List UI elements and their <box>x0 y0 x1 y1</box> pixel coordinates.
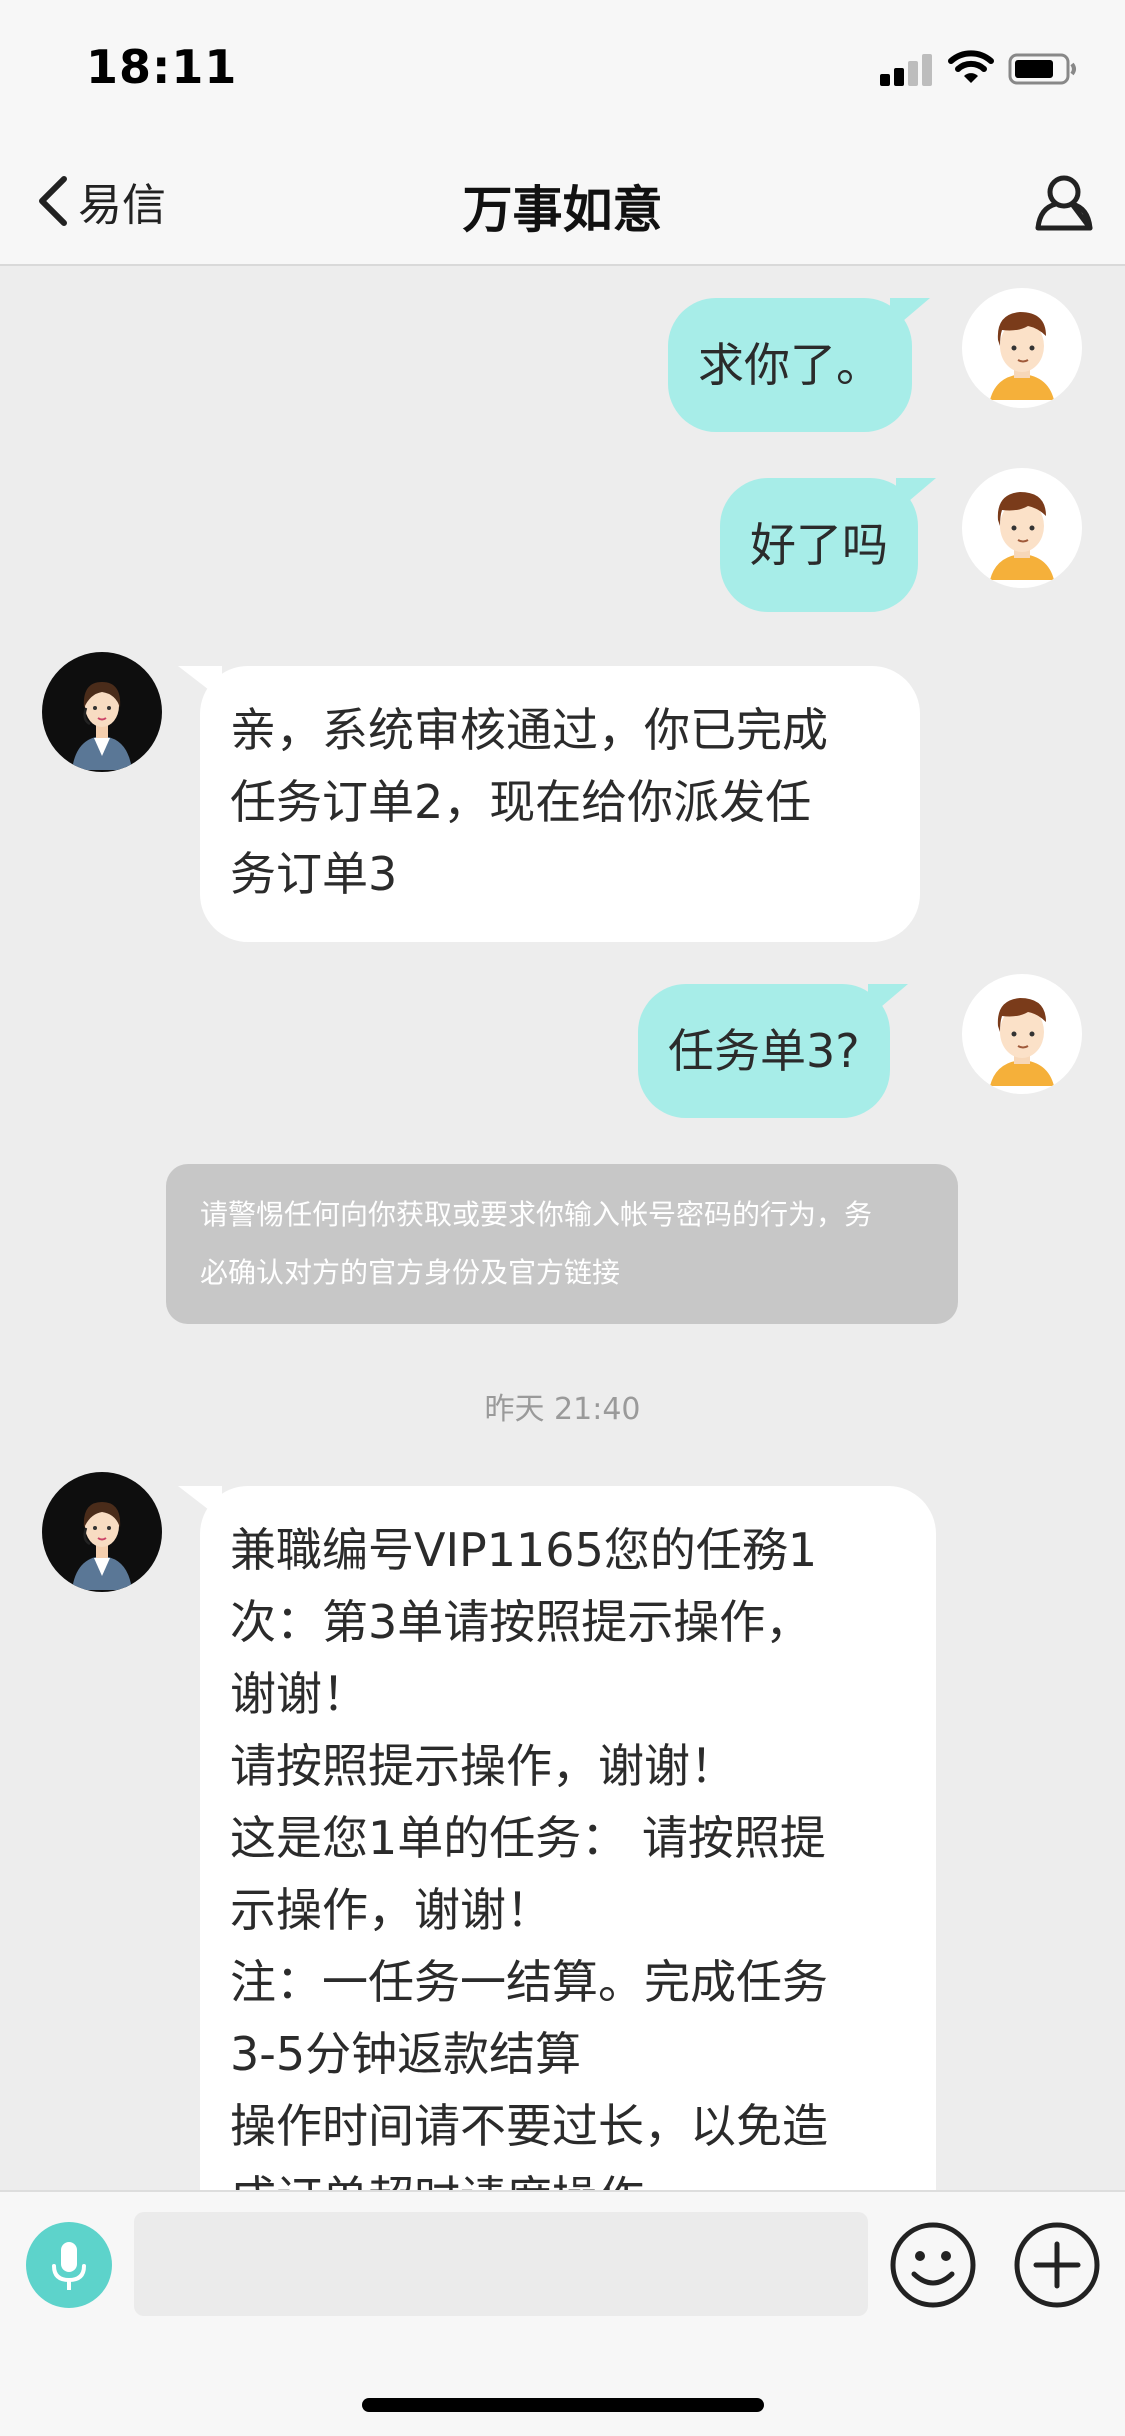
security-notice: 请警惕任何向你获取或要求你输入帐号密码的行为，务 必确认对方的官方身份及官方链接 <box>166 1164 958 1324</box>
message-text: 操作时间请不要过长，以免造 <box>230 2099 828 2153</box>
message-text: 请按照提示操作，谢谢！ <box>230 1739 736 1793</box>
message-text: 这是您1单的任务： 请按照提 <box>230 1811 826 1865</box>
signal-icon <box>880 52 936 86</box>
my-avatar[interactable] <box>962 288 1082 408</box>
message-text: 任务订单2，现在给你派发任 <box>230 775 812 829</box>
message-text: 成订单超时请度操作 <box>230 2162 906 2190</box>
home-indicator[interactable] <box>362 2398 764 2412</box>
incoming-message[interactable]: 亲，系统审核通过，你已完成 任务订单2，现在给你派发任 务订单3 <box>178 666 920 942</box>
message-text: 好了吗 <box>750 518 888 572</box>
message-text: 注：一任务一结算。完成任务 <box>230 1955 828 2009</box>
message-text: 3-5分钟返款结算 <box>230 2027 582 2081</box>
message-text: 求你了。 <box>698 338 882 392</box>
nav-bar: 易信 万事如意 <box>0 140 1125 266</box>
chat-title: 万事如意 <box>462 181 663 239</box>
chat-area[interactable]: 求你了。 好了吗 亲，系统审核通过，你已完成 任务订单2，现在给你派发任 务订单… <box>0 266 1125 2190</box>
message-text: 务订单3 <box>230 847 398 901</box>
message-text: 亲，系统审核通过，你已完成 <box>230 703 828 757</box>
user-avatar-icon <box>990 492 1054 580</box>
my-avatar[interactable] <box>962 974 1082 1094</box>
outgoing-message[interactable]: 好了吗 <box>720 478 936 612</box>
message-text: 次：第3单请按照提示操作， <box>230 1595 812 1649</box>
my-avatar[interactable] <box>962 468 1082 588</box>
message-text: 谢谢！ <box>230 1667 368 1721</box>
profile-icon[interactable] <box>1032 170 1096 234</box>
notice-text: 必确认对方的官方身份及官方链接 <box>200 1256 621 1289</box>
notice-text: 请警惕任何向你获取或要求你输入帐号密码的行为，务 <box>200 1198 873 1231</box>
plus-icon[interactable] <box>1012 2220 1102 2310</box>
battery-icon <box>1008 53 1076 85</box>
status-bar: 18:11 <box>0 0 1125 140</box>
outgoing-message[interactable]: 求你了。 <box>668 298 930 432</box>
agent-avatar[interactable] <box>42 1472 162 1592</box>
microphone-icon <box>52 2242 86 2290</box>
message-text: 兼職编号VIP1165您的任務1 <box>230 1523 818 1577</box>
incoming-message[interactable]: 兼職编号VIP1165您的任務1 次：第3单请按照提示操作， 谢谢！ 请按照提示… <box>178 1486 936 2190</box>
agent-avatar-icon <box>72 1502 132 1590</box>
message-timestamp: 昨天 21:40 <box>484 1392 641 1427</box>
message-input[interactable] <box>134 2212 868 2316</box>
message-text: 示操作，谢谢！ <box>230 1883 552 1937</box>
wifi-icon <box>948 50 994 83</box>
voice-button[interactable] <box>26 2222 112 2308</box>
agent-avatar[interactable] <box>42 652 162 772</box>
emoji-icon[interactable] <box>888 2220 978 2310</box>
message-text: 任务单3? <box>668 1024 860 1078</box>
user-avatar-icon <box>990 312 1054 400</box>
status-time: 18:11 <box>86 40 238 94</box>
outgoing-message[interactable]: 任务单3? <box>638 984 908 1118</box>
user-avatar-icon <box>990 998 1054 1086</box>
agent-avatar-icon <box>72 682 132 770</box>
